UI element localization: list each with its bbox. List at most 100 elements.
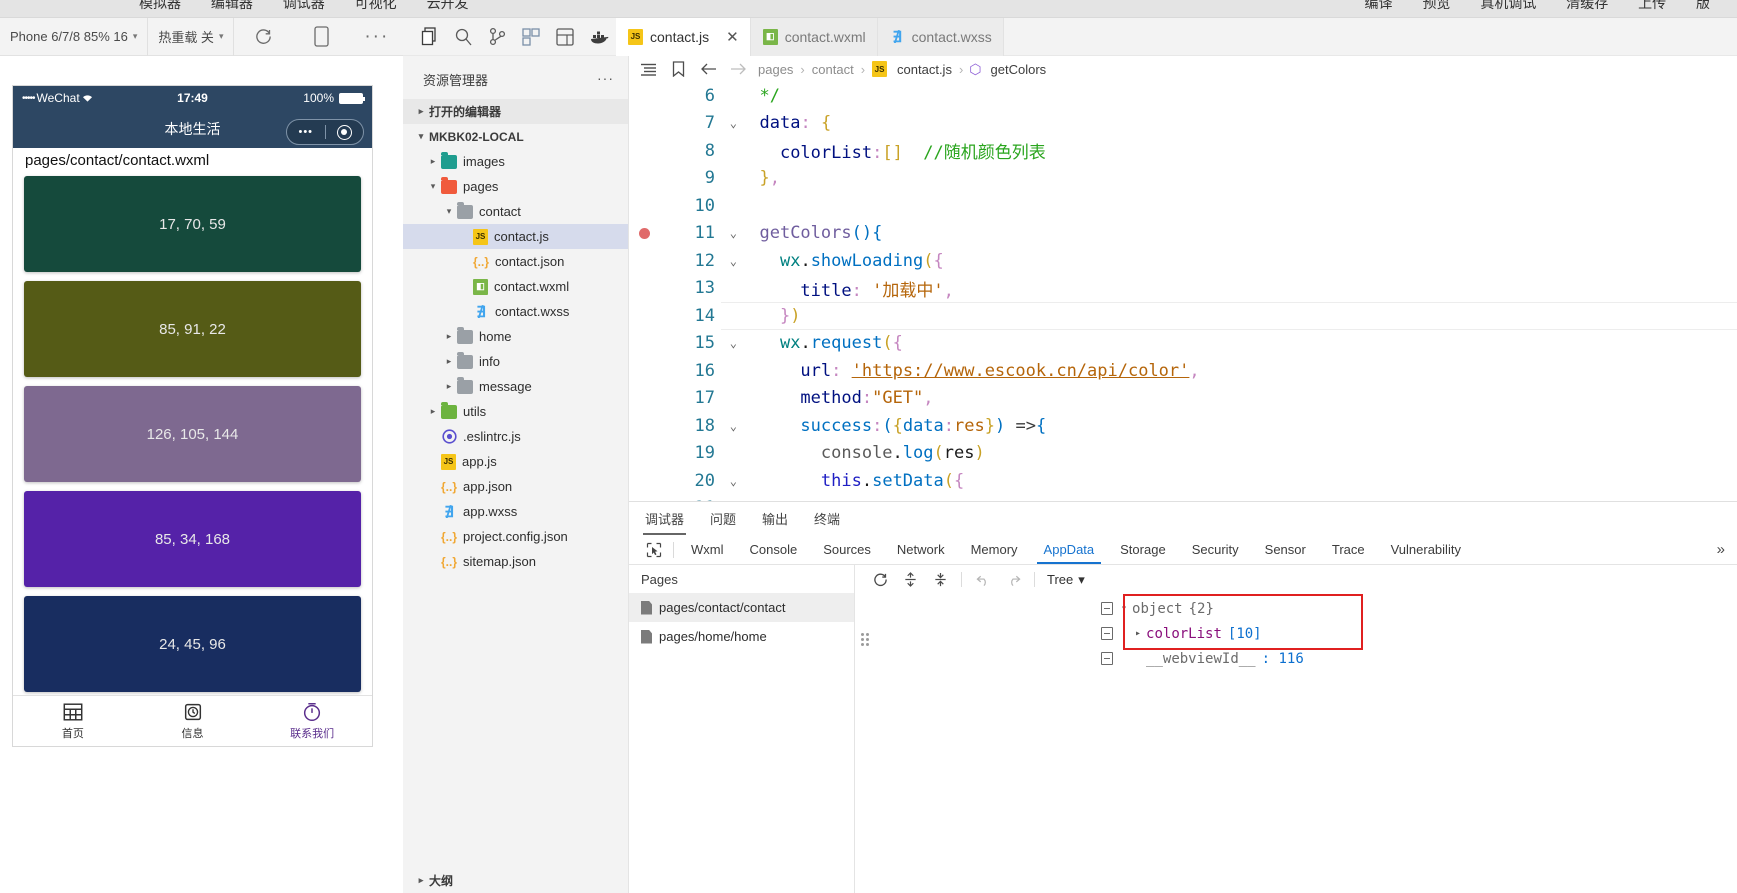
tab-network[interactable]: Network (884, 537, 958, 563)
expand-all-icon[interactable] (897, 568, 923, 592)
code-text-area[interactable]: 6 */ 7 ⌄ data: { 8 colorList:[] //随机颜色列表 … (629, 82, 1737, 501)
color-card[interactable]: 85, 34, 168 (24, 491, 361, 587)
color-card[interactable]: 85, 91, 22 (24, 281, 361, 377)
collapse-all-icon[interactable] (927, 568, 953, 592)
tree-item-app-json[interactable]: {..} app.json (403, 474, 628, 499)
line-gutter[interactable]: 16 (629, 361, 721, 381)
tabbar-item-contact[interactable]: 联系我们 (252, 696, 372, 746)
line-gutter[interactable]: 11 ⌄ (629, 223, 737, 243)
menu-item-cloud[interactable]: 云开发 (427, 0, 469, 13)
line-gutter[interactable]: 14 (629, 306, 721, 326)
fold-chevron-icon[interactable]: ⌄ (730, 254, 737, 268)
tree-item-eslintrc[interactable]: .eslintrc.js (403, 424, 628, 449)
line-gutter[interactable]: 9 (629, 168, 721, 188)
inspect-icon[interactable] (639, 542, 669, 558)
wechat-capsule[interactable]: ••• (286, 119, 364, 145)
tab-close-icon[interactable]: ✕ (726, 28, 739, 46)
menu-item-preview[interactable]: 预览 (1422, 0, 1450, 13)
simulator-more-button[interactable]: ··· (351, 18, 403, 56)
layout-icon[interactable] (548, 18, 582, 56)
explorer-more-icon[interactable]: ··· (597, 70, 614, 86)
line-gutter[interactable]: 12 ⌄ (629, 251, 737, 271)
source-control-icon[interactable] (480, 18, 514, 56)
capsule-close-button[interactable] (326, 124, 364, 140)
explorer-copy-icon[interactable] (412, 18, 446, 56)
tab-vulnerability[interactable]: Vulnerability (1378, 537, 1474, 563)
tab-debugger[interactable]: 调试器 (643, 503, 687, 535)
menu-item-real-device[interactable]: 真机调试 (1480, 0, 1536, 13)
menu-item-visual[interactable]: 可视化 (355, 0, 397, 13)
tree-item-sitemap-json[interactable]: {..} sitemap.json (403, 549, 628, 574)
tab-storage[interactable]: Storage (1107, 537, 1179, 563)
fold-chevron-icon[interactable]: ⌄ (730, 116, 737, 130)
menu-item-upload[interactable]: 上传 (1638, 0, 1666, 13)
line-gutter[interactable]: 7 ⌄ (629, 113, 737, 133)
device-selector[interactable]: Phone 6/7/8 85% 16 ▾ (0, 18, 147, 56)
tree-item-utils[interactable]: ▸ utils (403, 399, 628, 424)
forward-icon[interactable] (723, 56, 753, 82)
tab-trace[interactable]: Trace (1319, 537, 1378, 563)
explorer-open-editors-section[interactable]: ▸ 打开的编辑器 (403, 99, 628, 124)
page-row[interactable]: pages/contact/contact (629, 593, 854, 622)
tabbar-item-message[interactable]: 信息 (133, 696, 253, 746)
tree-item-contact-wxml[interactable]: ▸ ◧ contact.wxml (403, 274, 628, 299)
tree-item-info[interactable]: ▸ info (403, 349, 628, 374)
device-rotate-button[interactable] (293, 18, 351, 56)
page-row[interactable]: pages/home/home (629, 622, 854, 651)
drag-handle[interactable] (861, 632, 871, 646)
outline-icon[interactable] (633, 56, 663, 82)
line-gutter[interactable]: 10 (629, 196, 721, 216)
extensions-icon[interactable] (514, 18, 548, 56)
breadcrumb-pages[interactable]: pages (753, 62, 798, 77)
breadcrumb-file[interactable]: contact.js (892, 62, 957, 77)
line-gutter[interactable]: 18 ⌄ (629, 416, 737, 436)
undo-icon[interactable] (970, 568, 996, 592)
breadcrumb-contact[interactable]: contact (807, 62, 859, 77)
menu-item-compile[interactable]: 编译 (1365, 0, 1393, 13)
tab-console[interactable]: Console (737, 537, 811, 563)
tab-memory[interactable]: Memory (958, 537, 1031, 563)
tree-item-contact-folder[interactable]: ▾ contact (403, 199, 628, 224)
line-gutter[interactable]: 8 (629, 141, 721, 161)
tabbar-item-home[interactable]: 首页 (13, 696, 133, 746)
tab-security[interactable]: Security (1179, 537, 1252, 563)
tree-item-pages[interactable]: ▾ pages (403, 174, 628, 199)
menu-item-clear-cache[interactable]: 清缓存 (1566, 0, 1608, 13)
fold-chevron-icon[interactable]: ⌄ (730, 336, 737, 350)
explorer-root-section[interactable]: ▾ MKBK02-LOCAL (403, 124, 628, 149)
docker-icon[interactable] (582, 18, 616, 56)
menu-item-editor[interactable]: 编辑器 (211, 0, 253, 13)
tab-contact-wxss[interactable]: ∄ contact.wxss (877, 17, 1004, 56)
tree-item-home[interactable]: ▸ home (403, 324, 628, 349)
tab-terminal[interactable]: 终端 (812, 503, 842, 535)
color-card[interactable]: 17, 70, 59 (24, 176, 361, 272)
tree-item-app-js[interactable]: JS app.js (403, 449, 628, 474)
line-gutter[interactable]: 13 (629, 278, 721, 298)
explorer-outline-section[interactable]: ▸ 大纲 (403, 868, 628, 893)
tab-output[interactable]: 输出 (760, 503, 790, 535)
redo-icon[interactable] (1000, 568, 1026, 592)
fold-chevron-icon[interactable]: ⌄ (730, 226, 737, 240)
line-gutter[interactable]: 17 (629, 388, 721, 408)
back-icon[interactable] (693, 56, 723, 82)
tree-item-project-config[interactable]: {..} project.config.json (403, 524, 628, 549)
tab-sources[interactable]: Sources (810, 537, 884, 563)
fold-chevron-icon[interactable]: ⌄ (730, 474, 737, 488)
chevrons-right-icon[interactable]: » (1717, 541, 1737, 558)
tree-item-app-wxss[interactable]: ∄ app.wxss (403, 499, 628, 524)
tree-item-contact-json[interactable]: ▸ {..} contact.json (403, 249, 628, 274)
tab-sensor[interactable]: Sensor (1252, 537, 1319, 563)
line-gutter[interactable]: 15 ⌄ (629, 333, 737, 353)
refresh-icon[interactable] (867, 568, 893, 592)
color-card[interactable]: 24, 45, 96 (24, 596, 361, 692)
tree-item-message[interactable]: ▸ message (403, 374, 628, 399)
tab-contact-js[interactable]: JS contact.js ✕ (616, 17, 751, 56)
line-gutter[interactable]: 19 (629, 443, 721, 463)
breakpoint-icon[interactable] (639, 227, 650, 239)
bookmark-icon[interactable] (663, 56, 693, 82)
tab-contact-wxml[interactable]: ◧ contact.wxml (750, 17, 878, 56)
breadcrumb-symbol[interactable]: getColors (986, 62, 1052, 77)
hot-reload-selector[interactable]: 热重载 关 ▾ (148, 18, 233, 56)
menu-item-simulator[interactable]: 模拟器 (139, 0, 181, 13)
tab-problems[interactable]: 问题 (708, 503, 738, 535)
